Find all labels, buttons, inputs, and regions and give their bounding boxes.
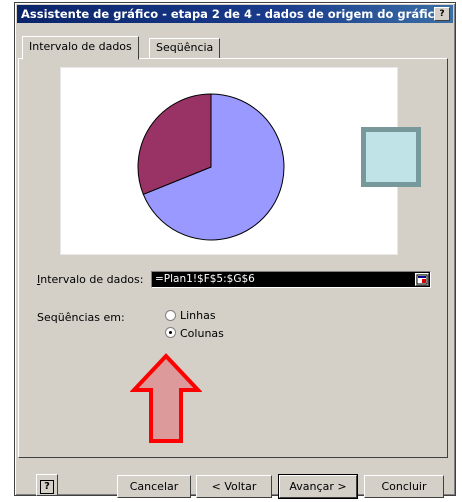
- chart-preview: [60, 67, 421, 255]
- next-button[interactable]: Avançar >: [278, 474, 358, 499]
- finish-button[interactable]: Concluir: [364, 475, 444, 498]
- back-button[interactable]: < Voltar: [196, 475, 272, 498]
- collapse-dialog-icon[interactable]: [415, 273, 429, 286]
- legend-swatch: [361, 127, 421, 187]
- pie-chart: [137, 93, 285, 241]
- radio-colunas[interactable]: [165, 327, 176, 338]
- help-icon: ?: [40, 480, 54, 494]
- tab-sequencia[interactable]: Seqüência: [149, 38, 221, 58]
- tab-intervalo-de-dados[interactable]: Intervalo de dados: [22, 36, 139, 60]
- window-title: Assistente de gráfico - etapa 2 de 4 - d…: [21, 7, 443, 21]
- radio-linhas-label[interactable]: Linhas: [180, 309, 216, 322]
- series-in-label: Seqüências em:: [37, 311, 125, 324]
- radio-linhas[interactable]: [165, 310, 176, 321]
- cancel-button[interactable]: Cancelar: [117, 475, 191, 498]
- title-bar[interactable]: Assistente de gráfico - etapa 2 de 4 - d…: [17, 5, 453, 23]
- red-up-arrow-annotation: [130, 353, 202, 443]
- tab-label: Seqüência: [156, 41, 214, 54]
- help-button[interactable]: ?: [36, 474, 58, 496]
- title-help-button[interactable]: ?: [434, 7, 450, 21]
- range-input[interactable]: =Plan1!$F$5:$G$6: [151, 271, 431, 288]
- radio-colunas-label[interactable]: Colunas: [180, 327, 224, 340]
- range-value: =Plan1!$F$5:$G$6: [155, 273, 255, 285]
- range-label: Intervalo de dados:: [37, 273, 144, 286]
- tab-label: Intervalo de dados: [29, 40, 132, 53]
